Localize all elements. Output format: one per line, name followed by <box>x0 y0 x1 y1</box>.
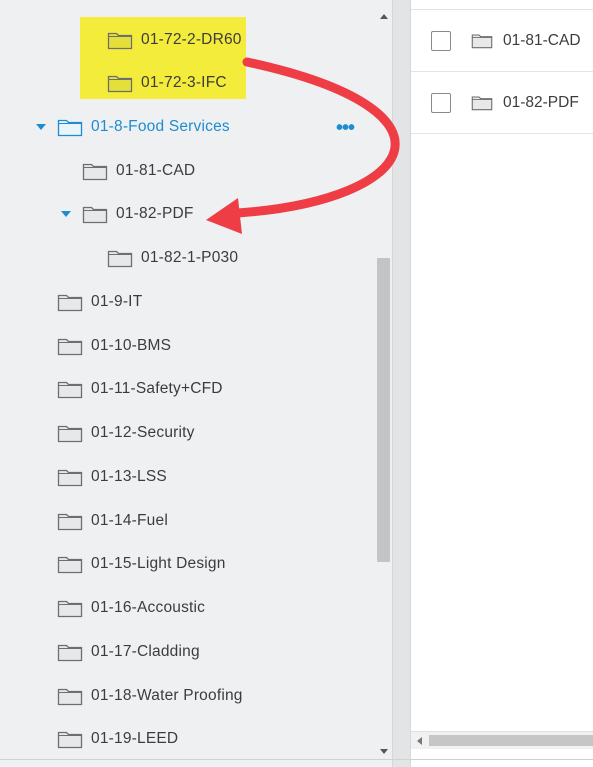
folder-icon <box>57 117 83 137</box>
folder-icon <box>57 467 83 487</box>
content-row-label[interactable]: 01-81-CAD <box>503 32 581 50</box>
scroll-down-arrow-icon[interactable] <box>380 749 388 754</box>
tree-item[interactable]: 01-9-IT <box>57 286 142 318</box>
folder-icon <box>107 248 133 268</box>
tree-item-label: 01-14-Fuel <box>91 512 168 529</box>
tree-item-label: 01-82-1-P030 <box>141 249 239 266</box>
folder-icon <box>471 32 493 49</box>
tree-item-label: 01-13-LSS <box>91 468 167 485</box>
folder-icon <box>57 729 83 749</box>
row-checkbox[interactable] <box>431 30 451 51</box>
folder-icon <box>57 598 83 618</box>
caret-down-icon[interactable] <box>61 211 71 217</box>
tree-item[interactable]: 01-82-PDF <box>61 198 194 230</box>
scroll-left-arrow-icon[interactable] <box>417 737 422 745</box>
folder-icon <box>57 642 83 662</box>
tree-item[interactable]: 01-72-3-IFC <box>107 67 227 99</box>
tree-item-label: 01-15-Light Design <box>91 555 226 572</box>
tree-item[interactable]: 01-13-LSS <box>57 461 167 493</box>
pane-divider[interactable] <box>392 0 410 767</box>
folder-icon <box>57 511 83 531</box>
scroll-up-arrow-icon[interactable] <box>380 14 388 19</box>
tree-item-label: 01-81-CAD <box>116 162 196 179</box>
folder-icon <box>57 292 83 312</box>
folder-icon <box>57 336 83 356</box>
tree-item[interactable]: 01-14-Fuel <box>57 505 168 537</box>
bottom-divider <box>0 759 593 760</box>
tree-item-label: 01-82-PDF <box>116 205 194 222</box>
folder-icon <box>82 161 108 181</box>
tree-item[interactable]: 01-17-Cladding <box>57 636 200 668</box>
tree-item[interactable]: 01-72-2-DR60 <box>107 24 242 56</box>
tree-item[interactable]: 01-8-Food Services <box>36 111 230 143</box>
content-row[interactable]: 01-82-PDF <box>411 72 593 134</box>
folder-icon <box>471 94 493 111</box>
tree-item[interactable]: 01-15-Light Design <box>57 548 226 580</box>
content-row[interactable]: 01-81-CAD <box>411 10 593 72</box>
tree-item-label: 01-18-Water Proofing <box>91 687 243 704</box>
folder-icon <box>57 686 83 706</box>
tree-item[interactable]: 01-16-Accoustic <box>57 592 205 624</box>
folder-content-pane: 01-81-CAD 01-82-PDF <box>410 0 593 767</box>
tree-scroll-thumb[interactable] <box>377 258 390 562</box>
more-options-icon[interactable]: ••• <box>336 118 360 138</box>
tree-item-label: 01-17-Cladding <box>91 643 200 660</box>
folder-icon <box>57 554 83 574</box>
content-row-label[interactable]: 01-82-PDF <box>503 94 579 112</box>
folder-tree-pane: 01-72-2-DR60 01-72-3-IFC 01-8-Food Service… <box>0 0 392 767</box>
tree-item[interactable]: 01-82-1-P030 <box>107 242 238 274</box>
tree-item-label: 01-12-Security <box>91 424 195 441</box>
tree-item-label: 01-9-IT <box>91 293 143 310</box>
folder-icon <box>82 204 108 224</box>
tree-item-label: 01-72-3-IFC <box>141 74 227 91</box>
horizontal-scroll-thumb[interactable] <box>429 735 593 746</box>
tree-item[interactable]: 01-11-Safety+CFD <box>57 373 223 405</box>
tree-item[interactable]: 01-81-CAD <box>82 155 195 187</box>
tree-scrollbar[interactable] <box>376 0 392 767</box>
folder-icon <box>107 73 133 93</box>
tree-item-label: 01-72-2-DR60 <box>141 31 242 48</box>
tree-item-label: 01-11-Safety+CFD <box>91 380 223 397</box>
tree-item[interactable]: 01-12-Security <box>57 417 195 449</box>
row-checkbox[interactable] <box>431 92 451 113</box>
folder-icon <box>107 30 133 50</box>
tree-item[interactable]: 01-10-BMS <box>57 330 171 362</box>
tree-item[interactable]: 01-19-LEED <box>57 723 178 755</box>
folder-icon <box>57 423 83 443</box>
tree-item-label: 01-8-Food Services <box>91 118 230 135</box>
tree-item-label: 01-16-Accoustic <box>91 599 206 616</box>
tree-item[interactable]: 01-18-Water Proofing <box>57 680 243 712</box>
tree-item-label: 01-10-BMS <box>91 337 172 354</box>
horizontal-scrollbar[interactable] <box>411 731 593 749</box>
content-header-strip <box>411 0 593 10</box>
tree-item-label: 01-19-LEED <box>91 730 179 747</box>
caret-down-icon[interactable] <box>36 124 46 130</box>
folder-icon <box>57 379 83 399</box>
